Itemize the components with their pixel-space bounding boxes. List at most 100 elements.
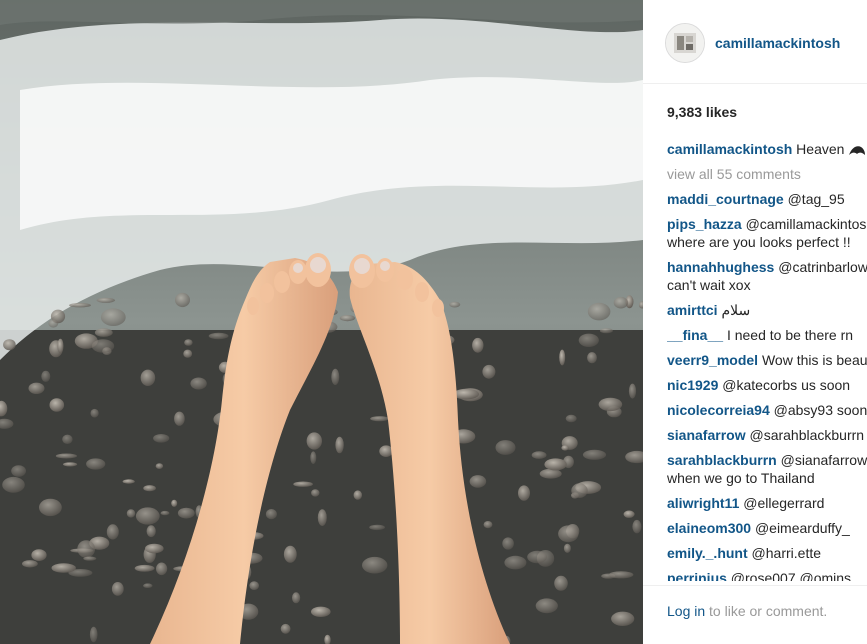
pebble — [559, 349, 566, 366]
pebble — [89, 626, 98, 643]
pebble — [379, 445, 393, 458]
pebble — [175, 292, 190, 308]
comment-text: سلام — [721, 302, 751, 318]
pebble — [146, 525, 156, 538]
comment-username[interactable]: hannahhughess — [667, 259, 774, 275]
pebble — [539, 468, 562, 479]
comment-username[interactable]: perrinius — [667, 570, 727, 581]
comment-text: @harri.ette — [751, 545, 822, 561]
view-all-comments-link[interactable]: view all 55 comments — [667, 165, 867, 183]
comment-username[interactable]: sarahblackburrn — [667, 452, 777, 468]
pebble — [62, 434, 73, 444]
comment-username[interactable]: nic1929 — [667, 377, 718, 393]
pebble — [582, 449, 607, 460]
pebble — [535, 598, 558, 614]
pebble — [22, 560, 38, 568]
login-link[interactable]: Log in — [667, 603, 705, 619]
pebble — [174, 411, 185, 426]
pebble — [177, 507, 195, 519]
pebble — [611, 611, 635, 626]
pebble — [293, 481, 313, 487]
comment-username[interactable]: __fina__ — [667, 327, 723, 343]
pebble — [504, 555, 527, 570]
comment-username[interactable]: veerr9_model — [667, 352, 758, 368]
comment-text: @ellegerrard — [743, 495, 825, 511]
pebble — [527, 550, 547, 564]
pebble — [41, 370, 51, 382]
comment-item: nicolecorreia94 @absy93 soon — [667, 401, 867, 419]
pebble — [623, 510, 635, 518]
pebble — [483, 521, 493, 529]
pebble — [184, 339, 193, 346]
pebble — [96, 297, 116, 303]
pebble — [49, 398, 65, 412]
pebble — [563, 543, 571, 553]
comment-username[interactable]: nicolecorreia94 — [667, 402, 770, 418]
pebble — [453, 388, 480, 400]
pebble — [558, 525, 579, 543]
comment-text: I need to be there rn — [726, 327, 854, 343]
pebble — [518, 485, 530, 501]
pebble — [495, 440, 516, 455]
pebble — [106, 524, 119, 540]
pebble — [155, 463, 164, 469]
pebble — [554, 575, 568, 591]
avatar[interactable] — [665, 23, 705, 63]
pebble — [599, 328, 613, 334]
caption-text: Heaven — [796, 141, 845, 157]
likes-count[interactable]: 9,383 likes — [667, 104, 737, 120]
comment-username[interactable]: pips_hazza — [667, 216, 742, 232]
pebble — [311, 489, 320, 497]
pebble — [77, 540, 96, 558]
comment-username[interactable]: maddi_courtnage — [667, 191, 784, 207]
comment-username[interactable]: aliwright11 — [667, 495, 739, 511]
pebble — [156, 562, 168, 576]
pebble — [100, 308, 126, 327]
pebble — [280, 623, 291, 634]
pebble — [69, 303, 91, 308]
pebble — [126, 509, 136, 518]
pebble — [578, 333, 599, 347]
pebble — [598, 397, 623, 412]
comment-item: elaineom300 @eimearduffy_ — [667, 519, 867, 537]
pebble — [160, 510, 170, 516]
pebble — [449, 301, 461, 308]
pebble — [143, 583, 153, 588]
pebble — [140, 369, 156, 386]
pebble — [362, 556, 388, 574]
post-photo[interactable] — [0, 0, 643, 644]
pebble — [135, 507, 160, 525]
pebble — [90, 408, 99, 418]
pebble — [482, 364, 496, 379]
comment-username[interactable]: emily._.hunt — [667, 545, 748, 561]
post-sidebar: camillamackintosh 9,383 likes camillamac… — [643, 0, 867, 644]
comment-text: @rose007 @omins — [730, 570, 852, 581]
comment-item: maddi_courtnage @tag_95 — [667, 190, 867, 208]
login-prompt: Log in to like or comment. — [667, 603, 827, 619]
comment-username[interactable]: sianafarrow — [667, 427, 746, 443]
pebble — [370, 416, 389, 422]
post-author-username[interactable]: camillamackintosh — [715, 35, 840, 51]
login-prompt-text: to like or comment. — [705, 603, 828, 619]
comment-item: perrinius @rose007 @omins — [667, 569, 867, 581]
pebble — [91, 339, 115, 353]
pebble — [3, 339, 16, 351]
pebble — [311, 606, 331, 617]
pebble — [39, 498, 62, 517]
pebble — [339, 315, 355, 322]
pebble — [317, 509, 327, 526]
pebble — [2, 476, 25, 493]
pebble — [628, 383, 637, 399]
pebble — [83, 556, 97, 561]
pebble — [331, 368, 340, 385]
comment-text: @sarahblackburrn — [749, 427, 865, 443]
comment-item: hannahhughess @catrinbarlow can't wait x… — [667, 258, 867, 294]
pebble — [208, 332, 229, 340]
comment-username[interactable]: amirttci — [667, 302, 718, 318]
pebble — [613, 296, 629, 309]
comment-username[interactable]: elaineom300 — [667, 520, 751, 536]
pebble — [171, 499, 178, 507]
comment-item: sarahblackburrn @sianafarrow when we go … — [667, 451, 867, 487]
caption-username[interactable]: camillamackintosh — [667, 141, 792, 157]
pebble — [31, 549, 47, 561]
